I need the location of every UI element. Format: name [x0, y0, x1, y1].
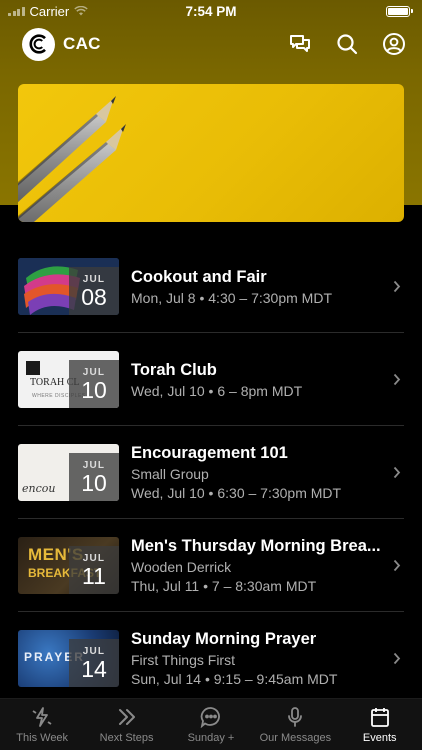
event-item[interactable]: PRAYER JUL 14 Sunday Morning Prayer Firs…	[0, 612, 422, 705]
event-when: Sun, Jul 14 • 9:15 – 9:45am MDT	[131, 671, 338, 687]
microphone-icon	[284, 705, 306, 729]
event-title: Sunday Morning Prayer	[131, 630, 317, 648]
status-time: 7:54 PM	[185, 3, 237, 19]
tab-events[interactable]: Events	[338, 705, 422, 744]
chevron-right-icon	[390, 466, 404, 479]
tab-label: Our Messages	[259, 732, 332, 744]
event-info: Encouragement 101 Small Group Wed, Jul 1…	[131, 444, 382, 501]
tab-label: Next Steps	[99, 732, 154, 744]
date-badge: JUL 10	[69, 360, 119, 408]
date-day: 11	[82, 562, 106, 589]
carrier-label: Carrier	[29, 3, 70, 19]
event-info: Torah Club Wed, Jul 10 • 6 – 8pm MDT	[131, 361, 382, 399]
chevrons-right-icon	[116, 705, 138, 729]
app-title: CAC	[63, 34, 101, 53]
date-month: JUL	[82, 459, 106, 471]
tab-this-week[interactable]: This Week	[0, 705, 84, 744]
status-bar: Carrier 7:54 PM	[0, 0, 422, 22]
search-icon[interactable]	[335, 32, 359, 56]
date-badge: JUL 10	[69, 453, 119, 501]
date-day: 08	[81, 283, 107, 310]
event-info: Men's Thursday Morning Brea... Wooden De…	[131, 537, 382, 594]
tab-bar: This Week Next Steps Sunday + Our Messag…	[0, 698, 422, 750]
event-item[interactable]: JUL 08 Cookout and Fair Mon, Jul 8 • 4:3…	[0, 240, 422, 333]
event-thumbnail: encou JUL 10	[18, 444, 119, 501]
date-month: JUL	[82, 366, 106, 378]
event-info: Sunday Morning Prayer First Things First…	[131, 630, 382, 687]
date-badge: JUL 14	[69, 639, 119, 687]
app-actions	[288, 32, 406, 56]
tab-label: This Week	[16, 732, 69, 744]
account-icon[interactable]	[382, 32, 406, 56]
date-day: 10	[81, 376, 107, 403]
chevron-right-icon	[390, 373, 404, 386]
event-thumbnail: MEN'S BREAKFAST JUL 11	[18, 537, 119, 594]
app-logo[interactable]	[22, 27, 55, 61]
chevron-right-icon	[390, 280, 404, 293]
tab-next-steps[interactable]: Next Steps	[85, 705, 169, 744]
event-when: Wed, Jul 10 • 6 – 8pm MDT	[131, 382, 303, 399]
event-title: Encouragement 101	[131, 444, 288, 462]
chat-bubble-icon	[200, 705, 222, 729]
event-title: Torah Club	[131, 360, 217, 379]
messages-icon[interactable]	[288, 32, 312, 56]
event-title: Cookout and Fair	[131, 267, 267, 286]
event-thumbnail: TORAH CL WHERE DISCIPLES... JUL 10	[18, 351, 119, 408]
tab-label: Sunday +	[187, 732, 235, 744]
event-when: Thu, Jul 11 • 7 – 8:30am MDT	[131, 578, 317, 594]
tab-sunday-plus[interactable]: Sunday +	[169, 705, 253, 744]
tab-our-messages[interactable]: Our Messages	[253, 705, 337, 744]
event-subtitle: Small Group	[131, 466, 209, 482]
event-thumbnail: JUL 08	[18, 258, 119, 315]
date-month: JUL	[82, 552, 106, 564]
lightning-icon	[31, 705, 53, 729]
date-badge: JUL 08	[69, 267, 119, 315]
date-day: 10	[81, 469, 107, 496]
hero-banner[interactable]	[18, 84, 404, 222]
chevron-right-icon	[390, 652, 404, 665]
events-list: JUL 08 Cookout and Fair Mon, Jul 8 • 4:3…	[0, 240, 422, 705]
battery-icon	[386, 5, 413, 17]
calendar-icon	[369, 705, 391, 729]
date-day: 14	[81, 655, 107, 682]
chevron-right-icon	[390, 559, 404, 572]
app-bar: CAC	[0, 24, 422, 64]
event-when: Mon, Jul 8 • 4:30 – 7:30pm MDT	[131, 289, 332, 306]
thumbnail-text: encou	[22, 482, 56, 495]
wifi-icon	[74, 6, 88, 16]
signal-icon	[8, 6, 25, 16]
pencils-illustration	[18, 96, 126, 222]
tab-label: Events	[362, 732, 397, 744]
event-item[interactable]: encou JUL 10 Encouragement 101 Small Gro…	[0, 426, 422, 519]
event-subtitle: Wooden Derrick	[131, 559, 232, 575]
book-icon	[26, 361, 40, 375]
status-left: Carrier	[8, 4, 88, 19]
logo-c-icon	[29, 34, 46, 54]
event-thumbnail: PRAYER JUL 14	[18, 630, 119, 687]
date-month: JUL	[82, 273, 106, 285]
event-item[interactable]: MEN'S BREAKFAST JUL 11 Men's Thursday Mo…	[0, 519, 422, 612]
event-title: Men's Thursday Morning Brea...	[131, 537, 381, 555]
event-subtitle: First Things First	[131, 652, 235, 668]
date-month: JUL	[82, 645, 106, 657]
event-item[interactable]: TORAH CL WHERE DISCIPLES... JUL 10 Torah…	[0, 333, 422, 426]
event-when: Wed, Jul 10 • 6:30 – 7:30pm MDT	[131, 485, 342, 501]
date-badge: JUL 11	[69, 546, 119, 594]
event-info: Cookout and Fair Mon, Jul 8 • 4:30 – 7:3…	[131, 268, 382, 306]
